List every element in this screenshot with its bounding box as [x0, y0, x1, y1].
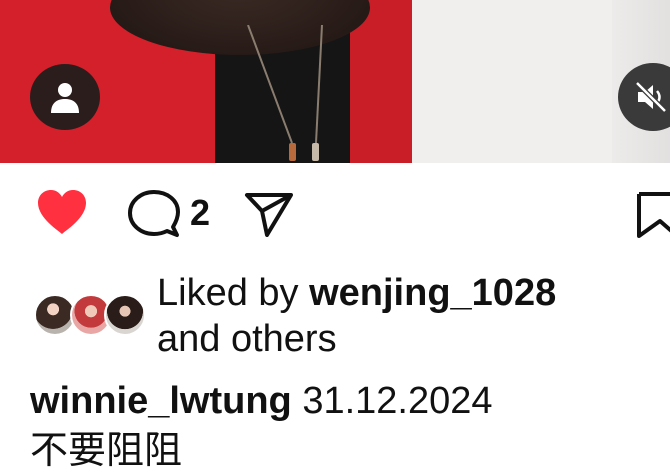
- bookmark-icon[interactable]: [636, 191, 670, 239]
- comment-bubble-icon[interactable]: [127, 189, 181, 239]
- tag-people-button[interactable]: [30, 64, 100, 130]
- liked-by-avatars[interactable]: [34, 294, 146, 338]
- comment-count: 2: [190, 192, 211, 233]
- avatar: [104, 294, 146, 336]
- action-bar: 2: [0, 185, 670, 245]
- caption-line2: 不要阻阻: [30, 430, 183, 472]
- caption-text: 31.12.2024: [302, 380, 493, 422]
- photo-necklace: [247, 25, 323, 161]
- liked-by-suffix[interactable]: and others: [157, 318, 337, 360]
- heart-filled-icon[interactable]: [35, 188, 89, 236]
- liked-by-text[interactable]: Liked by wenjing_1028 and others: [157, 270, 556, 362]
- person-icon: [51, 83, 79, 113]
- liked-by-prefix: Liked by: [157, 272, 310, 314]
- caption: winnie_lwtung 31.12.2024: [30, 378, 493, 424]
- post-photo[interactable]: [0, 0, 670, 163]
- paper-plane-icon[interactable]: [244, 191, 294, 237]
- caption-username[interactable]: winnie_lwtung: [30, 380, 292, 422]
- liked-by-username[interactable]: wenjing_1028: [309, 272, 556, 314]
- speaker-muted-icon: [635, 81, 667, 113]
